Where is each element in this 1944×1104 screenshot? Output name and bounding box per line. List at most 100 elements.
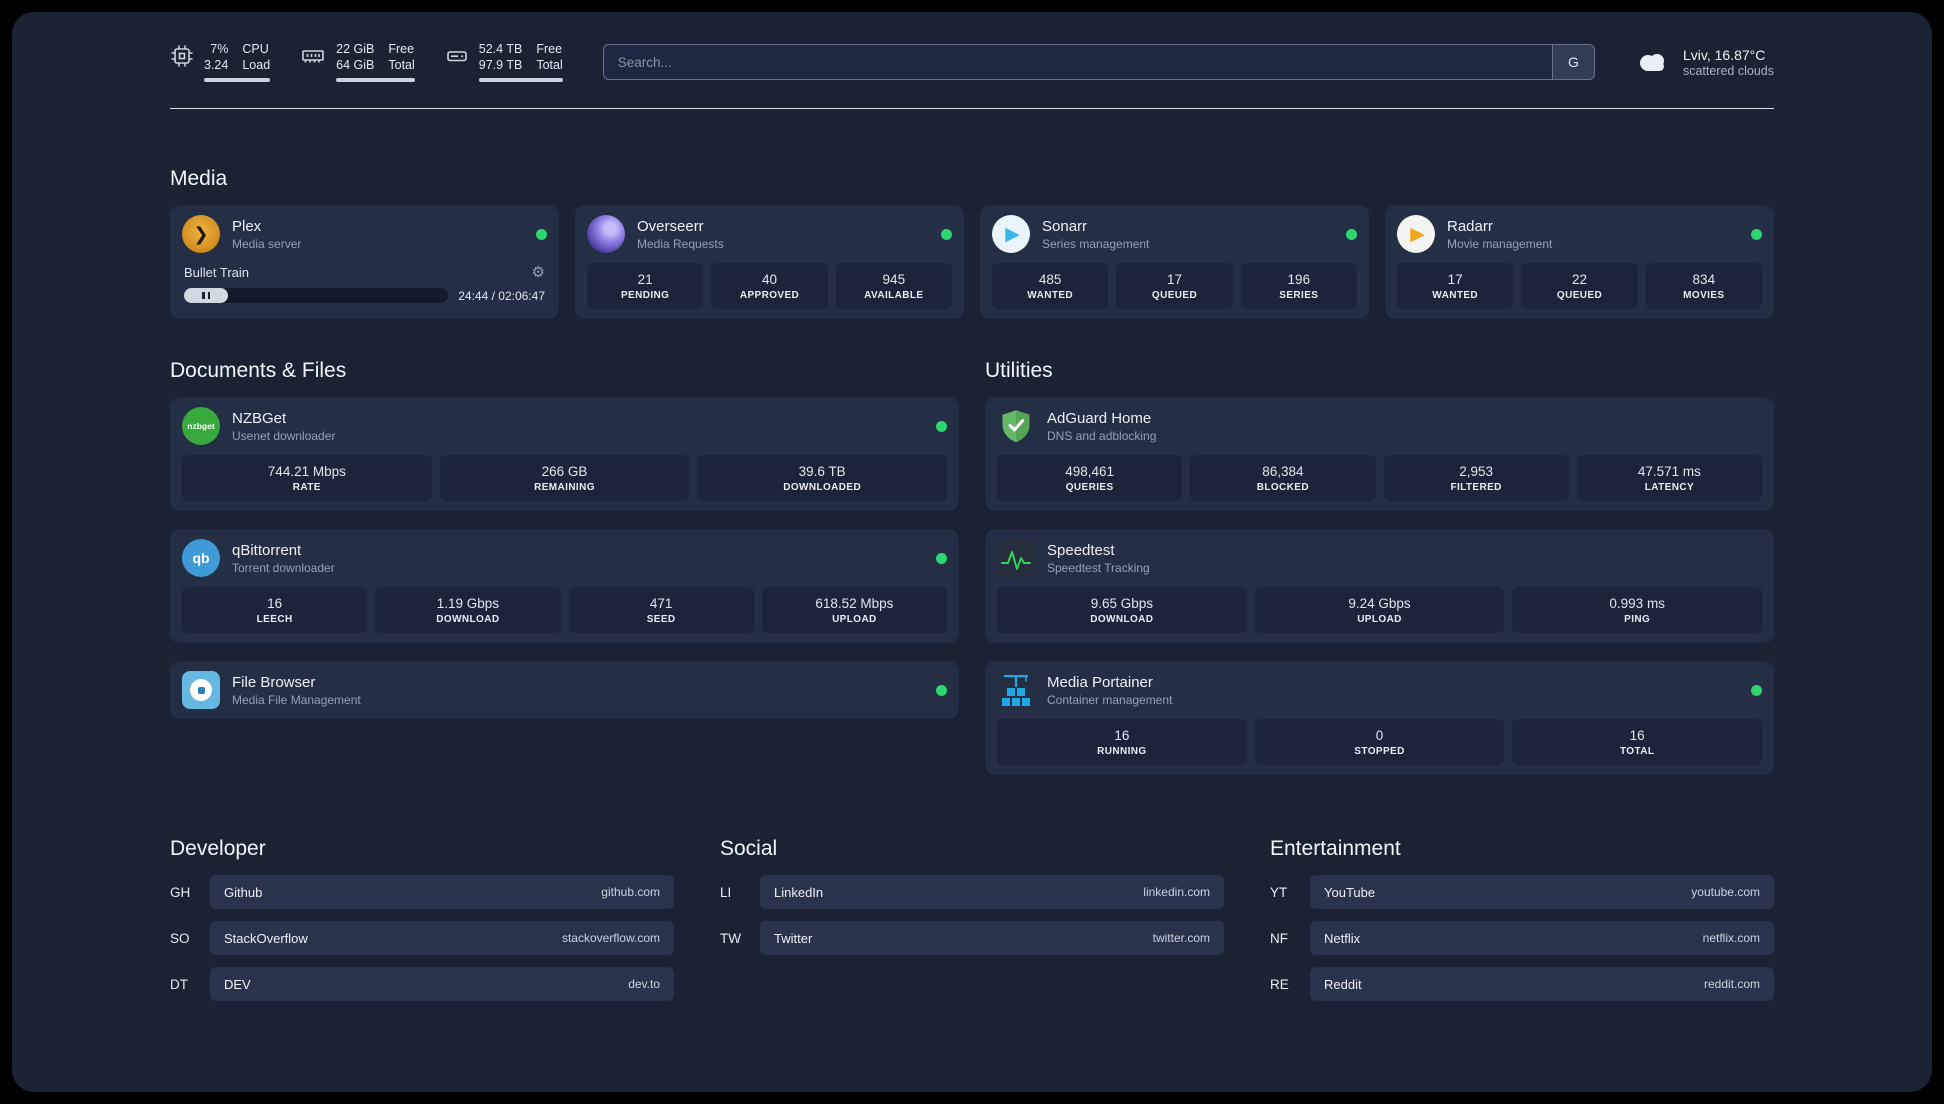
cloud-icon — [1639, 54, 1664, 71]
link-tag: LI — [720, 884, 732, 900]
app-name: Plex — [232, 217, 262, 235]
stat-label: REMAINING — [534, 481, 595, 493]
weather-location: Lviv, 16.87°C — [1682, 46, 1766, 63]
link-tag: TW — [720, 930, 741, 946]
stat-tile: 744.21 Mbps RATE — [182, 455, 432, 501]
search-engine-button[interactable]: G — [1551, 45, 1594, 79]
link-reddit[interactable]: Reddit reddit.com — [1310, 967, 1774, 1001]
app-name: NZBGet — [232, 409, 287, 427]
stat-label: RUNNING — [1097, 745, 1147, 757]
filebrowser-icon — [182, 671, 220, 709]
stat-label: RATE — [292, 481, 321, 493]
cpu-usage-bar — [204, 78, 271, 82]
radarr-card[interactable]: ▶ Radarr Movie management 17 WANTED 22 Q… — [1385, 205, 1774, 319]
link-row: DT DEV dev.to — [170, 967, 674, 1001]
app-subtitle: DNS and adblocking — [1047, 428, 1157, 443]
overseerr-card[interactable]: Overseerr Media Requests 21 PENDING 40 A… — [575, 205, 964, 319]
status-dot — [941, 228, 952, 240]
app-subtitle: Speedtest Tracking — [1047, 560, 1150, 575]
gear-icon[interactable]: ⚙ — [532, 265, 545, 280]
stat-tile: 0.993 ms PING — [1512, 587, 1763, 633]
cpu-percent: 7% — [210, 42, 229, 56]
adguard-card[interactable]: AdGuard Home DNS and adblocking 498,461 … — [985, 397, 1774, 511]
stat-tile: 16 LEECH — [182, 587, 368, 633]
app-subtitle: Movie management — [1447, 236, 1553, 251]
weather-condition: scattered clouds — [1682, 63, 1774, 78]
stat-label: UPLOAD — [832, 613, 877, 625]
stat-tile: 618.52 Mbps UPLOAD — [761, 587, 947, 633]
ram-total-value: 64 GiB — [336, 58, 375, 72]
stat-value: 40 — [761, 271, 777, 287]
link-linkedin[interactable]: LinkedIn linkedin.com — [760, 875, 1224, 909]
plex-card[interactable]: ❯ Plex Media server Bullet Train ⚙ 24:44… — [170, 205, 559, 319]
portainer-card[interactable]: Media Portainer Container management 16 … — [985, 661, 1774, 775]
link-stackoverflow[interactable]: StackOverflow stackoverflow.com — [210, 921, 674, 955]
disk-free-label: Free — [536, 42, 563, 56]
link-github[interactable]: Github github.com — [210, 875, 674, 909]
section-title-developer: Developer — [170, 837, 266, 860]
stat-tile: 0 STOPPED — [1254, 719, 1505, 765]
stat-value: 16 — [267, 595, 283, 611]
link-tag: RE — [1270, 976, 1289, 992]
dashboard: 7% 3.24 CPU Load 22 GiB 64 GiB Free Tota… — [12, 12, 1932, 1092]
nzbget-card[interactable]: nzbget NZBGet Usenet downloader 744.21 M… — [170, 397, 959, 511]
cpu-load-value: 3.24 — [204, 58, 229, 72]
stat-tile: 40 APPROVED — [711, 263, 828, 309]
filebrowser-card[interactable]: File Browser Media File Management — [170, 661, 959, 719]
stat-label: DOWNLOADED — [783, 481, 862, 493]
stat-tile: 39.6 TB DOWNLOADED — [697, 455, 948, 501]
link-netflix[interactable]: Netflix netflix.com — [1310, 921, 1774, 955]
stat-label: MOVIES — [1683, 289, 1725, 301]
stat-value: 834 — [1692, 271, 1716, 287]
link-twitter[interactable]: Twitter twitter.com — [760, 921, 1224, 955]
pause-button[interactable] — [184, 288, 228, 303]
stat-value: 17 — [1166, 271, 1182, 287]
section-title-documents: Documents & Files — [170, 359, 347, 382]
playback-progress-bar[interactable] — [184, 288, 449, 303]
stat-value: 21 — [637, 271, 653, 287]
overseerr-icon — [587, 215, 625, 253]
stat-value: 498,461 — [1065, 463, 1115, 479]
search-input[interactable] — [603, 45, 1552, 79]
link-youtube[interactable]: YouTube youtube.com — [1310, 875, 1774, 909]
app-name: qBittorrent — [232, 541, 302, 559]
stat-tile: 196 SERIES — [1240, 263, 1357, 309]
stat-tile: 22 QUEUED — [1521, 263, 1638, 309]
qbittorrent-card[interactable]: qb qBittorrent Torrent downloader 16 LEE… — [170, 529, 959, 643]
app-name: Sonarr — [1042, 217, 1088, 235]
media-grid: ❯ Plex Media server Bullet Train ⚙ 24:44… — [170, 205, 1774, 319]
stat-value: 39.6 TB — [798, 463, 846, 479]
link-dev[interactable]: DEV dev.to — [210, 967, 674, 1001]
stat-value: 16 — [1114, 727, 1130, 743]
status-dot — [936, 420, 947, 432]
stat-tile: 498,461 QUERIES — [997, 455, 1183, 501]
sonarr-icon: ▶ — [992, 215, 1030, 253]
stat-label: BLOCKED — [1256, 481, 1309, 493]
stat-value: 744.21 Mbps — [267, 463, 346, 479]
app-name: File Browser — [232, 673, 316, 691]
stat-label: STOPPED — [1354, 745, 1405, 757]
app-subtitle: Torrent downloader — [232, 560, 335, 575]
search-bar: G — [602, 44, 1595, 80]
speedtest-card[interactable]: Speedtest Speedtest Tracking 9.65 Gbps D… — [985, 529, 1774, 643]
stat-value: 47.571 ms — [1637, 463, 1701, 479]
link-row: TW Twitter twitter.com — [720, 921, 1224, 955]
ram-widget: 22 GiB 64 GiB Free Total — [300, 42, 415, 82]
link-tag: NF — [1270, 930, 1288, 946]
sonarr-card[interactable]: ▶ Sonarr Series management 485 WANTED 17… — [980, 205, 1369, 319]
link-row: GH Github github.com — [170, 875, 674, 909]
adguard-shield-icon — [997, 407, 1035, 445]
stat-tile: 471 SEED — [568, 587, 754, 633]
stat-label: DOWNLOAD — [1090, 613, 1154, 625]
stat-value: 266 GB — [541, 463, 588, 479]
speedtest-graph-icon — [997, 539, 1035, 577]
stat-label: LATENCY — [1644, 481, 1695, 493]
app-name: Radarr — [1447, 217, 1493, 235]
stat-tile: 945 AVAILABLE — [835, 263, 952, 309]
window-frame: 7% 3.24 CPU Load 22 GiB 64 GiB Free Tota… — [0, 0, 1944, 1104]
ram-usage-bar — [336, 78, 415, 82]
stat-label: FILTERED — [1450, 481, 1502, 493]
disk-widget: 52.4 TB 97.9 TB Free Total — [445, 42, 563, 82]
app-subtitle: Media File Management — [232, 692, 361, 707]
stat-label: QUEUED — [1151, 289, 1198, 301]
